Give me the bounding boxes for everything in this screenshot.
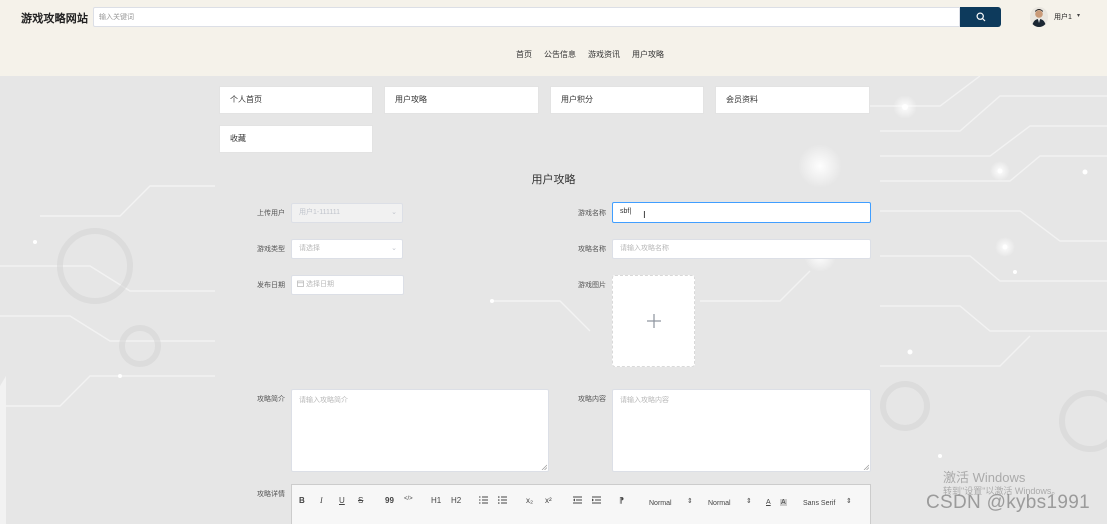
image-upload-box[interactable]: [612, 275, 695, 367]
chevron-updown-icon: ⇕: [687, 498, 693, 505]
top-header: 游戏攻略网站 用户1 ▾ 首页 公告信息 游戏资讯 用户攻略: [0, 0, 1107, 76]
rich-text-editor-toolbar: B I U S 99 </> H1 H2 x₂ x² ⁋ Normal ⇕ No…: [291, 484, 871, 524]
chevron-updown-icon: ⇕: [746, 498, 752, 505]
upload-user-field: 用户1-111111 ⌄: [291, 203, 403, 223]
tab-user-points[interactable]: 用户积分: [550, 86, 704, 114]
main-content: 个人首页 用户攻略 用户积分 会员资料 收藏 用户攻略 上传用户 用户1-111…: [0, 76, 1107, 524]
detail-label: 攻略详情: [257, 491, 285, 498]
italic-button[interactable]: I: [320, 496, 323, 505]
outdent-icon[interactable]: [573, 496, 582, 504]
mouse-ibeam-cursor-icon: I: [643, 210, 646, 221]
chevron-down-icon: ⌄: [391, 209, 397, 216]
intro-textarea[interactable]: 请输入攻略简介: [291, 389, 549, 472]
avatar[interactable]: [1030, 7, 1048, 27]
bullet-list-icon[interactable]: [498, 496, 507, 504]
background-circuit-decoration: [0, 76, 1107, 524]
publish-date-label: 发布日期: [257, 282, 285, 289]
chevron-updown-icon: ⇕: [846, 498, 852, 505]
search-input[interactable]: [93, 7, 960, 27]
h1-button[interactable]: H1: [431, 496, 441, 505]
chevron-down-icon: ⌄: [391, 245, 397, 252]
bold-button[interactable]: B: [299, 496, 305, 505]
header-select[interactable]: Normal: [649, 500, 672, 507]
game-image-label: 游戏图片: [578, 282, 606, 289]
site-title[interactable]: 游戏攻略网站: [21, 10, 88, 26]
guide-name-placeholder: 请输入攻略名称: [620, 245, 669, 252]
ordered-list-icon[interactable]: [479, 496, 488, 504]
underline-button[interactable]: U: [339, 496, 345, 505]
nav-item-game-news[interactable]: 游戏资讯: [588, 49, 620, 60]
content-label: 攻略内容: [578, 396, 606, 403]
game-name-value: sbf: [620, 208, 630, 215]
subscript-button[interactable]: x₂: [526, 496, 533, 505]
strike-button[interactable]: S: [358, 496, 363, 505]
user-name[interactable]: 用户1: [1054, 12, 1072, 22]
chevron-down-icon[interactable]: ▾: [1077, 12, 1080, 19]
tab-personal-home[interactable]: 个人首页: [219, 86, 373, 114]
game-type-select[interactable]: 请选择 ⌄: [291, 239, 403, 259]
calendar-icon: [297, 280, 304, 287]
nav-item-home[interactable]: 首页: [516, 49, 532, 60]
h2-button[interactable]: H2: [451, 496, 461, 505]
content-textarea[interactable]: 请输入攻略内容: [612, 389, 871, 472]
resize-handle-icon[interactable]: [541, 464, 547, 470]
size-select[interactable]: Normal: [708, 500, 731, 507]
publish-date-picker[interactable]: 选择日期: [291, 275, 404, 295]
blockquote-button[interactable]: 99: [385, 496, 394, 505]
search-icon: [975, 12, 985, 22]
intro-placeholder: 请输入攻略简介: [299, 397, 348, 404]
csdn-watermark: CSDN @kybs1991: [926, 492, 1090, 513]
tab-member-profile[interactable]: 会员资料: [715, 86, 870, 114]
user-avatar-icon: [1030, 7, 1048, 27]
nav-item-user-guides[interactable]: 用户攻略: [632, 49, 664, 60]
main-nav: 首页 公告信息 游戏资讯 用户攻略: [0, 49, 1107, 60]
game-name-label: 游戏名称: [578, 210, 606, 217]
tab-favorites[interactable]: 收藏: [219, 125, 373, 153]
text-color-button[interactable]: A: [766, 499, 771, 506]
game-name-input[interactable]: sbf|: [612, 202, 871, 223]
intro-label: 攻略简介: [257, 396, 285, 403]
font-select[interactable]: Sans Serif: [803, 500, 835, 507]
nav-item-announcements[interactable]: 公告信息: [544, 49, 576, 60]
plus-icon: [646, 314, 661, 328]
text-caret: |: [629, 208, 632, 215]
resize-handle-icon[interactable]: [863, 464, 869, 470]
code-block-button[interactable]: </>: [404, 496, 413, 502]
text-direction-button[interactable]: ⁋: [619, 496, 624, 505]
game-type-placeholder: 请选择: [299, 245, 320, 252]
superscript-button[interactable]: x²: [545, 496, 552, 505]
guide-name-label: 攻略名称: [578, 246, 606, 253]
background-color-icon[interactable]: A: [780, 499, 787, 506]
indent-icon[interactable]: [592, 496, 601, 504]
upload-user-value: 用户1-111111: [299, 209, 340, 216]
search-button[interactable]: [960, 7, 1001, 27]
publish-date-placeholder: 选择日期: [305, 281, 334, 288]
content-placeholder: 请输入攻略内容: [620, 397, 669, 404]
form-title: 用户攻略: [531, 174, 576, 186]
game-type-label: 游戏类型: [257, 246, 285, 253]
upload-user-label: 上传用户: [257, 210, 285, 217]
guide-name-input[interactable]: 请输入攻略名称: [612, 239, 871, 259]
tab-user-guides[interactable]: 用户攻略: [384, 86, 539, 114]
